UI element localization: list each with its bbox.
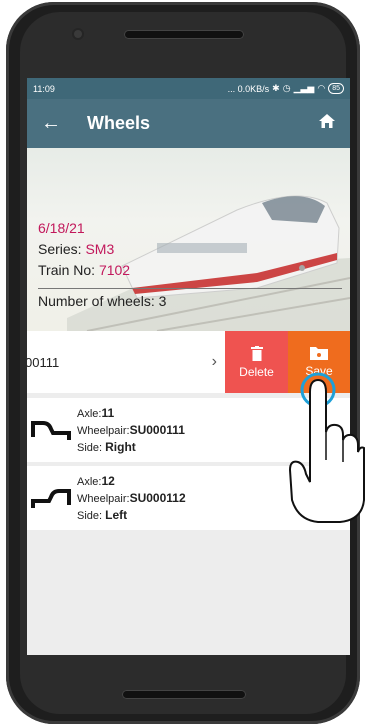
back-arrow-icon[interactable]: ←: [41, 112, 61, 135]
series-value: SM3: [85, 241, 115, 257]
wheel-details: Axle:12 Wheelpair:SU000112 Side: Left: [77, 473, 186, 524]
tap-gesture-hand-icon: [288, 372, 365, 523]
alarm-icon: ◷: [282, 83, 291, 93]
swiped-row-content[interactable]: 00111 ›: [27, 331, 225, 393]
wheelpair-label: Wheelpair:: [77, 492, 130, 505]
status-bar: 11:09 ... 0.0KB/s ✱ ◷ ▁▃▅ ◠ 85: [27, 78, 350, 99]
wheel-profile-icon: [31, 489, 71, 508]
wheelpair-value: SU000112: [129, 490, 186, 505]
wifi-icon: ◠: [317, 83, 326, 93]
trash-icon: [250, 345, 263, 361]
series-label: Series:: [38, 241, 86, 257]
wheels-count-row: Number of wheels: 3: [38, 293, 166, 309]
train-info: 6/18/21 Series: SM3 Train No: 7102: [38, 218, 130, 281]
chevron-right-icon: ›: [211, 353, 217, 370]
wheelpair-label: Wheelpair:: [77, 424, 130, 437]
train-no-label: Train No:: [38, 262, 99, 278]
side-value: Left: [105, 507, 128, 522]
swiped-row-code: 00111: [27, 354, 60, 370]
train-no-row: Train No: 7102: [38, 260, 130, 281]
wheelpair-value: SU000111: [129, 422, 185, 437]
page-title: Wheels: [87, 113, 151, 133]
axle-label: Axle:: [77, 407, 102, 420]
wheels-count-value: 3: [158, 293, 167, 309]
side-value: Right: [105, 439, 136, 454]
axle-value: 12: [101, 473, 115, 488]
network-speed: ... 0.0KB/s: [227, 83, 270, 94]
status-time: 11:09: [33, 83, 55, 94]
train-no-value: 7102: [98, 262, 131, 278]
train-header: 6/18/21 Series: SM3 Train No: 7102 Numbe…: [27, 148, 350, 331]
home-icon[interactable]: [318, 113, 336, 134]
wheels-count-label: Number of wheels:: [38, 293, 159, 309]
series-row: Series: SM3: [38, 239, 130, 260]
wheel-details: Axle:11 Wheelpair:SU000111 Side: Right: [77, 405, 185, 456]
wheel-profile-icon: [31, 421, 71, 440]
delete-label: Delete: [239, 364, 274, 379]
folder-icon: [310, 347, 328, 360]
signal-icon: ▁▃▅: [293, 83, 315, 93]
train-date: 6/18/21: [38, 220, 85, 236]
status-indicators: ... 0.0KB/s ✱ ◷ ▁▃▅ ◠ 85: [228, 83, 344, 94]
info-divider: [38, 288, 342, 289]
axle-label: Axle:: [77, 475, 102, 488]
side-label: Side:: [77, 509, 106, 522]
axle-value: 11: [101, 405, 115, 420]
front-camera: [74, 30, 82, 38]
battery-indicator: 85: [328, 83, 344, 94]
app-screen: 11:09 ... 0.0KB/s ✱ ◷ ▁▃▅ ◠ 85 ← Wheels: [27, 78, 350, 655]
bottom-speaker: [122, 690, 246, 699]
top-speaker: [124, 30, 244, 39]
app-bar: ← Wheels: [27, 99, 350, 148]
side-label: Side:: [77, 441, 106, 454]
delete-button[interactable]: Delete: [225, 331, 288, 393]
bluetooth-icon: ✱: [272, 83, 280, 93]
